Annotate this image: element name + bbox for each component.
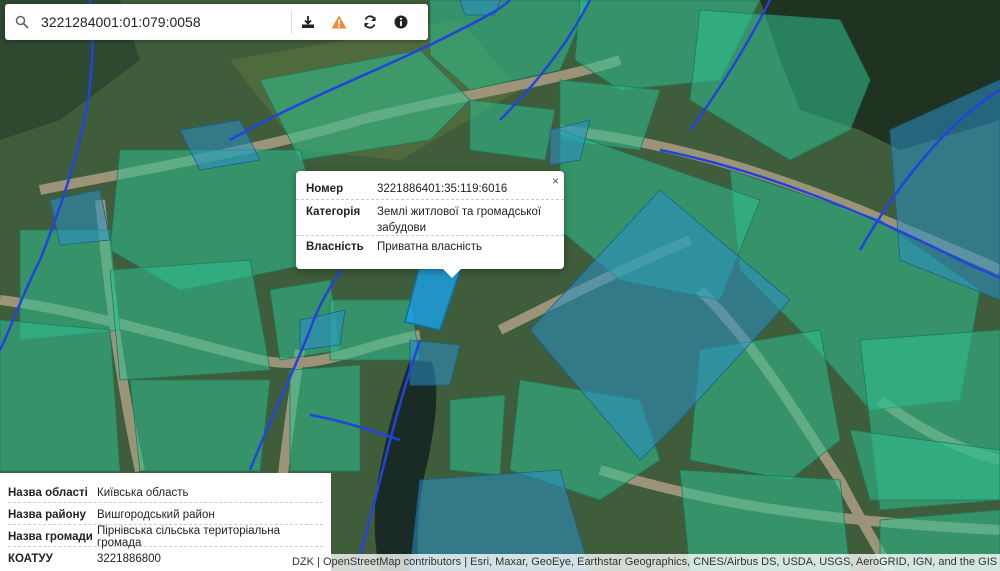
info-key: Назва району: [8, 508, 86, 521]
info-key: Назва громади: [8, 530, 93, 543]
info-value: Пірнівська сільська територіальна громад…: [97, 524, 281, 549]
search-bar: [5, 4, 428, 40]
popup-value: 3221886401:35:119:6016: [377, 183, 508, 195]
info-icon[interactable]: [385, 10, 416, 34]
popup-row-number: Номер 3221886401:35:119:6016: [296, 179, 564, 200]
info-panel: Назва області Київська область Назва рай…: [0, 473, 331, 571]
popup-value: Землі житлової та громадської забудови: [377, 206, 542, 234]
popup-key: Номер: [306, 183, 344, 195]
info-key: КОАТУУ: [8, 552, 53, 565]
info-value: 3221886800: [97, 552, 161, 565]
refresh-icon[interactable]: [354, 10, 385, 34]
download-icon[interactable]: [292, 10, 323, 34]
parcel-popup: × Номер 3221886401:35:119:6016 Категорія…: [296, 171, 564, 278]
info-row-community: Назва громади Пірнівська сільська терито…: [8, 524, 323, 549]
popup-row-ownership: Власність Приватна власність: [296, 236, 564, 258]
info-value: Київська область: [97, 486, 189, 499]
search-toolbar: [291, 10, 416, 34]
info-row-region: Назва області Київська область: [8, 481, 323, 503]
search-icon[interactable]: [5, 15, 39, 29]
info-value: Вишгородський район: [97, 508, 215, 521]
warning-icon[interactable]: [323, 10, 354, 34]
info-row-district: Назва району Вишгородський район: [8, 503, 323, 525]
info-row-koatuu: КОАТУУ 3221886800: [8, 547, 323, 568]
info-key: Назва області: [8, 486, 88, 499]
popup-key: Категорія: [306, 206, 361, 218]
popup-key: Власність: [306, 241, 364, 253]
close-icon[interactable]: ×: [552, 174, 559, 188]
popup-row-category: Категорія Землі житлової та громадської …: [296, 200, 564, 236]
search-input[interactable]: [39, 7, 291, 37]
map-attribution: DZK | OpenStreetMap contributors | Esri,…: [288, 554, 1000, 571]
popup-value: Приватна власність: [377, 241, 483, 253]
